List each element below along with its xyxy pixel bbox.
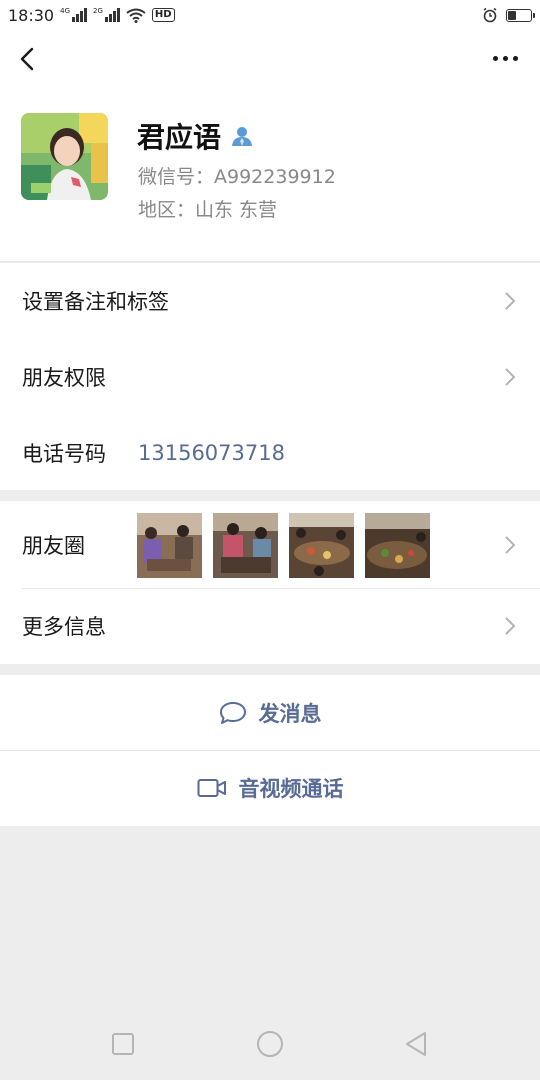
moments-photo	[213, 513, 278, 578]
network-label-1: 4G	[60, 7, 70, 15]
name-row: 君应语	[137, 116, 253, 156]
remark-tags-label: 设置备注和标签	[22, 290, 169, 314]
chevron-right-icon	[505, 535, 516, 554]
moments-photo	[365, 513, 430, 578]
actions-section: 发消息 音视频通话	[0, 675, 540, 826]
moments-photo	[289, 513, 354, 578]
home-icon[interactable]	[256, 1030, 284, 1058]
moments-photo	[137, 513, 202, 578]
chevron-right-icon	[505, 368, 516, 386]
more-info-label: 更多信息	[22, 615, 106, 639]
top-nav	[0, 30, 540, 88]
chat-bubble-icon	[219, 701, 246, 724]
profile-card: 君应语 微信号：A992239912 地区：山东 东营	[0, 88, 540, 262]
hd-badge: HD	[151, 8, 175, 22]
moments-thumbnails	[137, 513, 430, 578]
more-dots-icon[interactable]	[493, 56, 518, 61]
friend-permissions-label: 朋友权限	[22, 366, 106, 390]
status-left: 18:30 4G 2G HD	[8, 6, 175, 25]
status-time: 18:30	[8, 5, 55, 25]
contact-name: 君应语	[137, 121, 222, 154]
phone-row: 电话号码 13156073718	[0, 415, 540, 491]
contact-info-section: 设置备注和标签 朋友权限 电话号码 13156073718	[0, 263, 540, 490]
status-bar: 18:30 4G 2G HD	[0, 0, 540, 30]
wifi-icon	[126, 8, 146, 23]
moments-row[interactable]: 朋友圈	[0, 501, 540, 588]
back-triangle-icon[interactable]	[403, 1030, 429, 1058]
wechat-id: 微信号：A992239912	[138, 166, 336, 188]
person-icon	[232, 127, 253, 146]
send-message-button[interactable]: 发消息	[0, 675, 540, 750]
system-nav-bar	[0, 1010, 540, 1080]
phone-number-link[interactable]: 13156073718	[138, 441, 285, 465]
send-message-label: 发消息	[258, 701, 322, 726]
network-label-2: 2G	[93, 7, 103, 15]
more-info-row[interactable]: 更多信息	[0, 588, 540, 664]
region: 地区：山东 东营	[138, 199, 278, 221]
battery-fill	[508, 10, 516, 20]
chevron-right-icon	[505, 617, 516, 635]
moments-label: 朋友圈	[22, 533, 85, 558]
chevron-right-icon	[505, 292, 516, 310]
av-call-button[interactable]: 音视频通话	[0, 750, 540, 825]
recent-apps-icon[interactable]	[111, 1032, 135, 1056]
video-camera-icon	[197, 778, 226, 797]
moments-section: 朋友圈 更多信息	[0, 501, 540, 664]
battery-icon	[506, 8, 535, 22]
avatar[interactable]	[21, 113, 108, 200]
alarm-icon	[483, 7, 497, 23]
phone-label: 电话号码	[22, 442, 106, 466]
remark-tags-row[interactable]: 设置备注和标签	[0, 263, 540, 339]
chevron-left-icon[interactable]	[14, 44, 42, 74]
signal-icon: 4G	[60, 8, 87, 22]
friend-permissions-row[interactable]: 朋友权限	[0, 339, 540, 415]
av-call-label: 音视频通话	[238, 776, 344, 801]
status-right	[482, 7, 535, 23]
signal-icon-2: 2G	[93, 8, 120, 22]
